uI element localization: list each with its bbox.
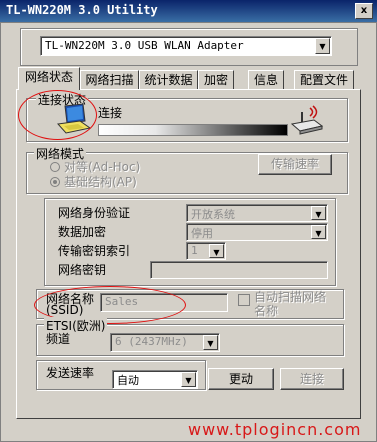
tab-profiles[interactable]: 配置文件: [294, 70, 354, 90]
window-title: TL-WN220M 3.0 Utility: [6, 3, 158, 17]
connection-status-value: 连接: [98, 106, 123, 120]
adhoc-radio[interactable]: [50, 162, 60, 172]
connect-button[interactable]: 连接: [280, 368, 344, 390]
tx-rate-select[interactable]: 自动 ▼: [112, 370, 198, 389]
auto-scan-label-line2: 名称: [254, 304, 279, 318]
auto-scan-checkbox[interactable]: [238, 294, 250, 306]
close-button[interactable]: x: [355, 3, 373, 19]
chevron-down-icon: ▼: [315, 38, 330, 54]
tab-statistics[interactable]: 统计数据: [139, 70, 198, 90]
channel-select[interactable]: 6 (2437MHz) ▼: [110, 333, 220, 352]
encryption-select[interactable]: 停用 ▼: [186, 223, 328, 241]
tab-network-scan[interactable]: 网络扫描: [80, 70, 139, 90]
tab-info[interactable]: 信息: [248, 70, 284, 90]
tx-rate-value: 自动: [117, 374, 139, 387]
chevron-down-icon: ▼: [311, 225, 326, 239]
adapter-select[interactable]: TL-WN220M 3.0 USB WLAN Adapter ▼: [40, 36, 332, 56]
chevron-down-icon: ▼: [181, 372, 196, 387]
ssid-value: Sales: [105, 295, 139, 308]
channel-label: 频道: [46, 332, 71, 346]
ssid-label-line2: (SSID): [46, 303, 84, 317]
laptop-icon: [56, 103, 92, 135]
auth-select-value: 开放系统: [191, 208, 235, 221]
tx-rate-label: 发送速率: [46, 366, 95, 380]
watermark-text: www.tplogincn.com: [188, 420, 362, 439]
chevron-down-icon: ▼: [203, 335, 218, 350]
channel-value: 6 (2437MHz): [115, 335, 188, 348]
key-index-label: 传输密钥索引: [58, 244, 131, 258]
refresh-button[interactable]: 更动: [208, 368, 274, 390]
chevron-down-icon: ▼: [209, 244, 224, 258]
adapter-select-value: TL-WN220M 3.0 USB WLAN Adapter: [45, 39, 244, 52]
signal-strength-bar: [98, 124, 288, 136]
key-index-select[interactable]: 1 ▼: [186, 242, 226, 260]
tab-encryption[interactable]: 加密: [198, 70, 234, 90]
network-key-input[interactable]: [150, 261, 328, 279]
infrastructure-radio[interactable]: [50, 177, 60, 187]
chevron-down-icon: ▼: [311, 206, 326, 220]
tab-network-status[interactable]: 网络状态: [18, 67, 80, 90]
transmit-rate-button[interactable]: 传输速率: [258, 154, 332, 175]
network-key-label: 网络密钥: [58, 263, 107, 277]
key-index-value: 1: [191, 244, 198, 257]
router-icon: [290, 104, 324, 136]
encryption-select-value: 停用: [191, 227, 213, 240]
infrastructure-label: 基础结构(AP): [64, 175, 137, 189]
ssid-input[interactable]: Sales: [100, 293, 228, 312]
encryption-label: 数据加密: [58, 225, 107, 239]
auth-label: 网络身份验证: [58, 206, 131, 220]
auth-select[interactable]: 开放系统 ▼: [186, 204, 328, 222]
